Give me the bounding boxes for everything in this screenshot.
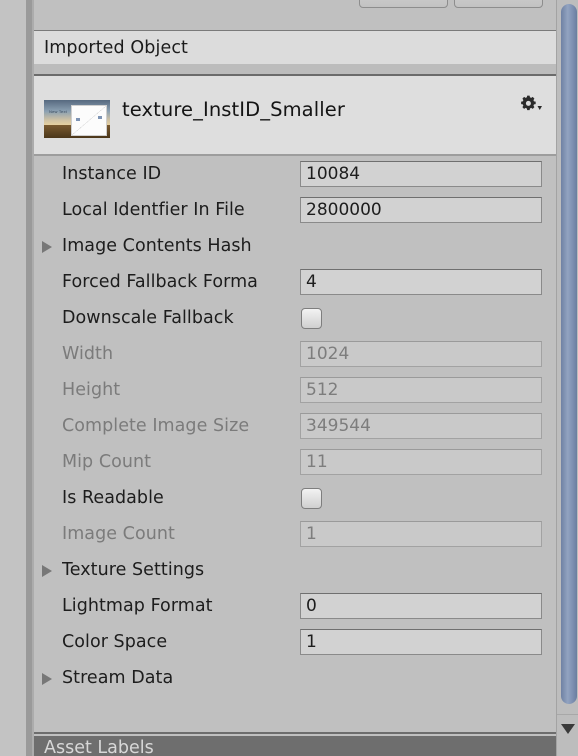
- foldout-triangle-icon[interactable]: [42, 565, 52, 577]
- left-margin-strip: [0, 0, 26, 756]
- imported-object-header-label: Imported Object: [44, 37, 189, 58]
- asset-labels-title: Asset Labels: [44, 738, 154, 756]
- toolbar-strip: [34, 0, 556, 28]
- property-value-field: 512: [300, 377, 542, 403]
- property-row: Width 1024: [34, 336, 556, 372]
- property-value-field[interactable]: 4: [300, 269, 542, 295]
- header-shadow: [34, 64, 556, 74]
- property-label: Local Identfier In File: [62, 200, 245, 220]
- property-value-field[interactable]: 1: [300, 629, 542, 655]
- property-checkbox[interactable]: [301, 308, 322, 329]
- property-row: Mip Count 11: [34, 444, 556, 480]
- property-label: Width: [62, 344, 114, 364]
- property-label: Is Readable: [62, 488, 164, 508]
- property-label: Image Contents Hash: [62, 236, 252, 256]
- inspector-content: Imported Object New Text texture_InstID_…: [34, 0, 556, 756]
- property-value-field[interactable]: 10084: [300, 161, 542, 187]
- property-label: Height: [62, 380, 121, 400]
- property-label: Stream Data: [62, 668, 174, 688]
- property-value-field: 11: [300, 449, 542, 475]
- property-row: Texture Settings: [34, 552, 556, 588]
- property-row: Image Contents Hash: [34, 228, 556, 264]
- property-label: Complete Image Size: [62, 416, 250, 436]
- property-label: Downscale Fallback: [62, 308, 234, 328]
- property-row: Instance ID 10084: [34, 156, 556, 192]
- property-row: Downscale Fallback: [34, 300, 556, 336]
- bottom-padding: [34, 722, 556, 734]
- asset-labels-bar[interactable]: Asset Labels: [34, 736, 556, 756]
- property-row: Stream Data: [34, 660, 556, 696]
- property-checkbox[interactable]: [301, 488, 322, 509]
- property-label: Mip Count: [62, 452, 152, 472]
- property-value-field: 1: [300, 521, 542, 547]
- property-value-field: 1024: [300, 341, 542, 367]
- property-row: Image Count 1: [34, 516, 556, 552]
- property-row: Lightmap Format 0: [34, 588, 556, 624]
- scrollbar-thumb[interactable]: [561, 4, 577, 704]
- texture-preview-thumbnail: New Text: [44, 100, 110, 138]
- property-label: Image Count: [62, 524, 175, 544]
- property-row: Is Readable: [34, 480, 556, 516]
- property-label: Instance ID: [62, 164, 162, 184]
- gear-icon[interactable]: [518, 94, 544, 114]
- thumbnail-dot: [98, 116, 102, 119]
- property-label: Forced Fallback Forma: [62, 272, 258, 292]
- toolbar-button-right[interactable]: [454, 0, 543, 8]
- scrollbar-down-arrow-icon[interactable]: [561, 724, 575, 734]
- property-row: Complete Image Size 349544: [34, 408, 556, 444]
- scrollbar-track[interactable]: [558, 0, 578, 714]
- property-row: Color Space 1: [34, 624, 556, 660]
- object-title-bar: New Text texture_InstID_Smaller: [34, 74, 556, 156]
- foldout-triangle-icon[interactable]: [42, 673, 52, 685]
- property-value-field[interactable]: 0: [300, 593, 542, 619]
- property-row: Forced Fallback Forma 4: [34, 264, 556, 300]
- property-row: Local Identfier In File 2800000: [34, 192, 556, 228]
- imported-object-header: Imported Object: [34, 30, 556, 64]
- toolbar-button-left[interactable]: [359, 0, 448, 8]
- chevron-down-icon: [537, 106, 542, 110]
- foldout-triangle-icon[interactable]: [42, 241, 52, 253]
- thumbnail-caption: New Text: [49, 109, 67, 114]
- property-value-field: 349544: [300, 413, 542, 439]
- unity-inspector-panel: Imported Object New Text texture_InstID_…: [0, 0, 578, 756]
- scrollbar-bottom-cap: [557, 714, 578, 756]
- thumbnail-window: [71, 105, 107, 136]
- property-label: Texture Settings: [62, 560, 205, 580]
- vertical-scrollbar[interactable]: [556, 0, 578, 756]
- object-name-label: texture_InstID_Smaller: [122, 98, 345, 121]
- property-value-field[interactable]: 2800000: [300, 197, 542, 223]
- property-list: Instance ID 10084 Local Identfier In File 2…: [34, 156, 556, 722]
- property-row: Height 512: [34, 372, 556, 408]
- property-label: Lightmap Format: [62, 596, 213, 616]
- thumbnail-dot: [76, 118, 80, 121]
- property-label: Color Space: [62, 632, 168, 652]
